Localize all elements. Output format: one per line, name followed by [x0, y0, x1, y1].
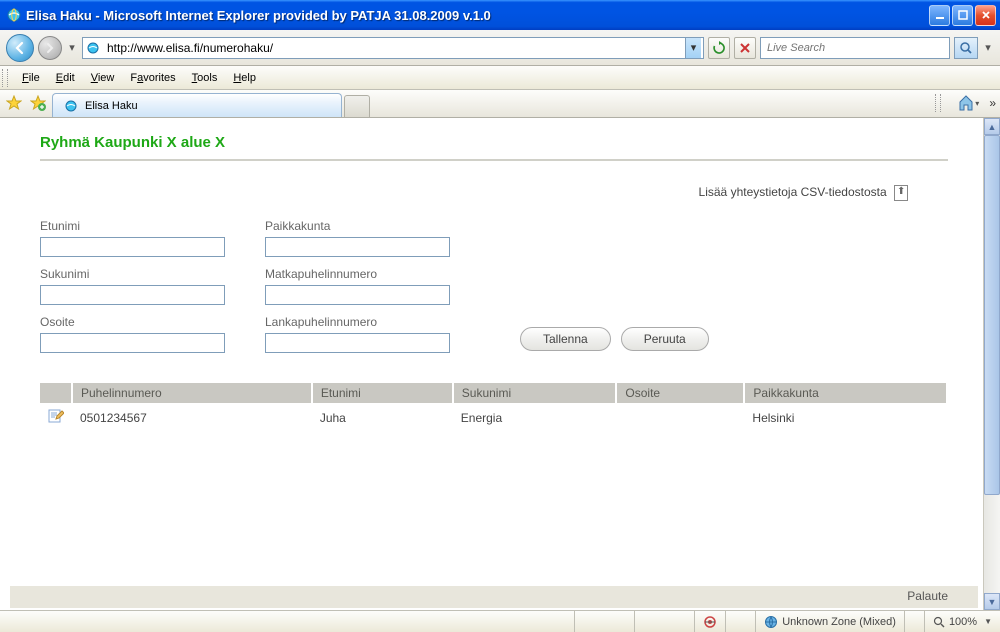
- tab-favicon: [63, 98, 79, 114]
- address-bar[interactable]: ▾: [82, 37, 704, 59]
- ie-icon: [6, 7, 22, 23]
- menu-edit[interactable]: Edit: [48, 69, 83, 87]
- osoite-label: Osoite: [40, 315, 225, 329]
- contact-form: Etunimi Sukunimi Osoite Paikkakunta Matk…: [40, 209, 948, 373]
- back-button[interactable]: [6, 34, 34, 62]
- navigation-toolbar: ▾ ▾ ▾: [0, 30, 1000, 66]
- menu-bar: FFileile Edit View Favorites Tools Help: [0, 66, 1000, 90]
- toolbar-grip[interactable]: [2, 69, 8, 87]
- content-area: Ryhmä Kaupunki X alue X Lisää yhteystiet…: [0, 118, 1000, 610]
- refresh-button[interactable]: [708, 37, 730, 59]
- maximize-button[interactable]: [952, 5, 973, 26]
- sukunimi-label: Sukunimi: [40, 267, 225, 281]
- col-city: Paikkakunta: [744, 383, 947, 403]
- add-favorite-button[interactable]: [28, 93, 48, 113]
- status-cell-empty2: [634, 611, 694, 632]
- status-bar: Unknown Zone (Mixed) 100% ▼: [0, 610, 1000, 632]
- cell-address: [616, 403, 744, 432]
- csv-import-label: Lisää yhteystietoja CSV-tiedostosta: [699, 185, 887, 199]
- zoom-icon: [933, 616, 945, 628]
- matka-label: Matkapuhelinnumero: [265, 267, 450, 281]
- col-last: Sukunimi: [453, 383, 617, 403]
- edit-row-icon[interactable]: [48, 408, 64, 424]
- scroll-up-button[interactable]: ▲: [984, 118, 1000, 135]
- upload-icon: [894, 185, 908, 201]
- menu-favorites[interactable]: Favorites: [122, 69, 183, 87]
- paikkakunta-input[interactable]: [265, 237, 450, 257]
- toolbar-grip-right[interactable]: [935, 94, 941, 112]
- status-zoom-text: 100%: [949, 616, 977, 628]
- status-cell-empty3: [725, 611, 755, 632]
- search-button[interactable]: [954, 37, 978, 59]
- menu-file[interactable]: FFileile: [14, 69, 48, 87]
- save-button[interactable]: Tallenna: [520, 327, 611, 351]
- home-button[interactable]: ▾: [953, 92, 983, 114]
- close-button[interactable]: [975, 5, 996, 26]
- col-phone: Puhelinnumero: [72, 383, 312, 403]
- lankapuhelinnumero-input[interactable]: [265, 333, 450, 353]
- minimize-button[interactable]: [929, 5, 950, 26]
- etunimi-label: Etunimi: [40, 219, 225, 233]
- address-input[interactable]: [105, 41, 685, 55]
- cell-city: Helsinki: [744, 403, 947, 432]
- etunimi-input[interactable]: [40, 237, 225, 257]
- globe-icon: [764, 615, 778, 629]
- col-first: Etunimi: [312, 383, 453, 403]
- stop-button[interactable]: [734, 37, 756, 59]
- page-heading: Ryhmä Kaupunki X alue X: [40, 134, 948, 161]
- scroll-down-button[interactable]: ▼: [984, 593, 1000, 610]
- menu-help[interactable]: Help: [225, 69, 264, 87]
- feedback-link[interactable]: Palaute: [907, 589, 948, 603]
- window-title: Elisa Haku - Microsoft Internet Explorer…: [26, 8, 929, 23]
- cell-phone: 0501234567: [72, 403, 312, 432]
- status-protected-mode[interactable]: [904, 611, 924, 632]
- search-dropdown[interactable]: ▾: [982, 41, 994, 54]
- table-header-row: Puhelinnumero Etunimi Sukunimi Osoite Pa…: [40, 383, 947, 403]
- lanka-label: Lankapuhelinnumero: [265, 315, 450, 329]
- matkapuhelinnumero-input[interactable]: [265, 285, 450, 305]
- status-cell-empty1: [574, 611, 634, 632]
- paikkakunta-label: Paikkakunta: [265, 219, 450, 233]
- menu-view[interactable]: View: [83, 69, 123, 87]
- nav-history-dropdown[interactable]: ▾: [66, 41, 78, 54]
- table-row: 0501234567 Juha Energia Helsinki: [40, 403, 947, 432]
- page-body: Ryhmä Kaupunki X alue X Lisää yhteystiet…: [10, 120, 978, 608]
- status-zone-text: Unknown Zone (Mixed): [782, 616, 896, 628]
- vertical-scrollbar[interactable]: ▲ ▼: [983, 118, 1000, 610]
- cell-first: Juha: [312, 403, 453, 432]
- search-input[interactable]: [761, 42, 949, 54]
- new-tab-button[interactable]: [344, 95, 370, 117]
- col-edit: [40, 383, 72, 403]
- scroll-thumb[interactable]: [984, 135, 1000, 495]
- tab-title: Elisa Haku: [85, 100, 138, 112]
- page-favicon: [85, 40, 101, 56]
- cell-last: Energia: [453, 403, 617, 432]
- address-dropdown[interactable]: ▾: [685, 38, 701, 58]
- search-box[interactable]: [760, 37, 950, 59]
- osoite-input[interactable]: [40, 333, 225, 353]
- tab-bar: Elisa Haku ▾ »: [0, 90, 1000, 118]
- col-address: Osoite: [616, 383, 744, 403]
- forward-button[interactable]: [38, 36, 62, 60]
- feedback-bar: Palaute: [10, 586, 978, 608]
- status-privacy-icon[interactable]: [694, 611, 725, 632]
- contacts-table: Puhelinnumero Etunimi Sukunimi Osoite Pa…: [40, 383, 948, 432]
- status-zone[interactable]: Unknown Zone (Mixed): [755, 611, 904, 632]
- tab-active[interactable]: Elisa Haku: [52, 93, 342, 117]
- favorites-star-button[interactable]: [4, 93, 24, 113]
- sukunimi-input[interactable]: [40, 285, 225, 305]
- window-titlebar: Elisa Haku - Microsoft Internet Explorer…: [0, 0, 1000, 30]
- cancel-button[interactable]: Peruuta: [621, 327, 709, 351]
- toolbar-overflow[interactable]: »: [989, 96, 996, 110]
- menu-tools[interactable]: Tools: [184, 69, 226, 87]
- status-zoom[interactable]: 100% ▼: [924, 611, 1000, 632]
- csv-import-link[interactable]: Lisää yhteystietoja CSV-tiedostosta: [699, 185, 908, 199]
